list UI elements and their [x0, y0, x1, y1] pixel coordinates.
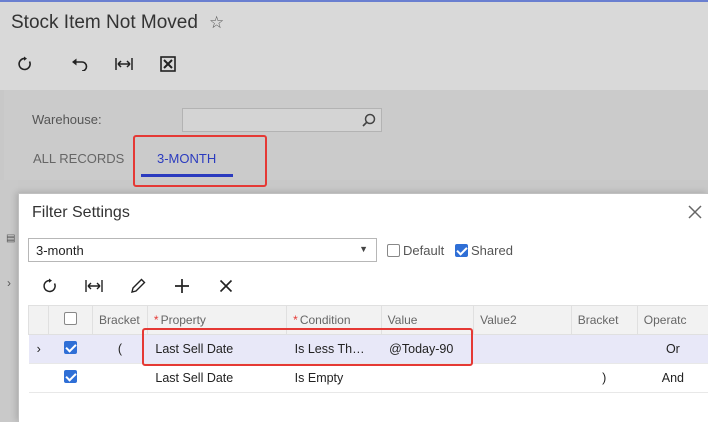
column-property-label: Property	[160, 313, 206, 327]
export-to-excel-button[interactable]	[146, 53, 190, 75]
expand-arrow-icon[interactable]: ›	[7, 276, 11, 290]
value2-cell[interactable]	[473, 363, 572, 393]
shared-checkbox[interactable]	[455, 244, 468, 257]
tab-all-records[interactable]: ALL RECORDS	[33, 151, 124, 166]
row-pointer-cell	[28, 363, 49, 393]
row-highlight-box	[142, 328, 473, 366]
value2-cell[interactable]	[473, 334, 572, 364]
row-active-cell[interactable]	[48, 363, 93, 393]
table-row[interactable]: Last Sell Date Is Empty ) And	[28, 363, 708, 393]
warehouse-label: Warehouse:	[32, 112, 102, 127]
search-icon[interactable]	[362, 113, 376, 127]
favorite-star-icon[interactable]: ☆	[209, 13, 224, 33]
column-condition-label: Condition	[299, 313, 351, 327]
row-pointer-icon: ›	[28, 334, 49, 364]
grid-delete-button[interactable]	[215, 276, 237, 296]
operator-cell[interactable]: Or	[637, 334, 708, 364]
grid-fit-button[interactable]	[83, 276, 105, 296]
column-bracket-close[interactable]: Bracket	[570, 305, 638, 335]
default-checkbox[interactable]	[387, 244, 400, 257]
grid-refresh-button[interactable]	[39, 276, 61, 296]
shared-label: Shared	[471, 243, 513, 258]
tab-highlight-box	[133, 135, 267, 187]
row-selector-icon[interactable]: ▤	[6, 233, 15, 244]
row-active-checkbox[interactable]	[64, 370, 78, 383]
page-toolbar	[14, 53, 190, 75]
bracket-close-cell[interactable]: )	[571, 363, 638, 393]
pencil-icon	[131, 278, 146, 293]
row-indicator-header	[27, 305, 50, 335]
plus-icon	[175, 279, 189, 293]
close-icon	[219, 279, 233, 293]
row-active-checkbox[interactable]	[64, 341, 78, 354]
close-icon[interactable]	[687, 204, 703, 220]
refresh-icon	[43, 278, 56, 293]
page-title: Stock Item Not Moved	[11, 12, 198, 33]
select-all-checkbox[interactable]	[64, 312, 78, 325]
grid-side-strip: ▤ ›	[0, 180, 18, 422]
operator-cell[interactable]: And	[637, 363, 708, 393]
undo-icon	[72, 58, 88, 71]
condition-cell[interactable]: Is Empty	[286, 363, 382, 393]
bracket-open-cell[interactable]	[92, 363, 148, 393]
refresh-button[interactable]	[14, 53, 36, 75]
refresh-icon	[18, 56, 31, 71]
fit-to-screen-button[interactable]	[102, 53, 146, 75]
active-column-header[interactable]	[48, 305, 94, 335]
bracket-open-cell[interactable]: (	[92, 334, 148, 364]
column-value2[interactable]: Value2	[473, 305, 572, 335]
filter-preset-value: 3-month	[36, 243, 84, 258]
column-operator[interactable]: Operatc	[636, 305, 708, 335]
required-marker: *	[153, 313, 159, 327]
fit-width-icon	[115, 58, 133, 70]
chevron-down-icon: ▼	[359, 244, 368, 254]
required-marker: *	[293, 313, 298, 327]
property-cell[interactable]: Last Sell Date	[147, 363, 287, 393]
grid-add-button[interactable]	[171, 276, 193, 296]
undo-button[interactable]	[58, 53, 102, 75]
fit-width-icon	[85, 280, 103, 292]
value-cell[interactable]	[381, 363, 474, 393]
bracket-close-cell[interactable]	[571, 334, 638, 364]
shared-option[interactable]: Shared	[455, 243, 513, 258]
default-option[interactable]: Default	[387, 243, 444, 258]
filter-preset-select[interactable]: 3-month ▼	[28, 238, 377, 262]
default-label: Default	[403, 243, 445, 258]
form-area	[4, 90, 708, 180]
dialog-title: Filter Settings	[32, 204, 130, 221]
column-bracket-open[interactable]: Bracket	[92, 305, 148, 335]
warehouse-input[interactable]	[182, 108, 382, 132]
filter-grid-toolbar	[39, 276, 237, 296]
filter-settings-dialog: Filter Settings 3-month ▼ Default Shared	[18, 193, 708, 422]
row-active-cell[interactable]	[48, 334, 93, 364]
top-accent-line	[0, 0, 708, 2]
grid-edit-button[interactable]	[127, 276, 149, 296]
excel-export-icon	[160, 56, 176, 72]
